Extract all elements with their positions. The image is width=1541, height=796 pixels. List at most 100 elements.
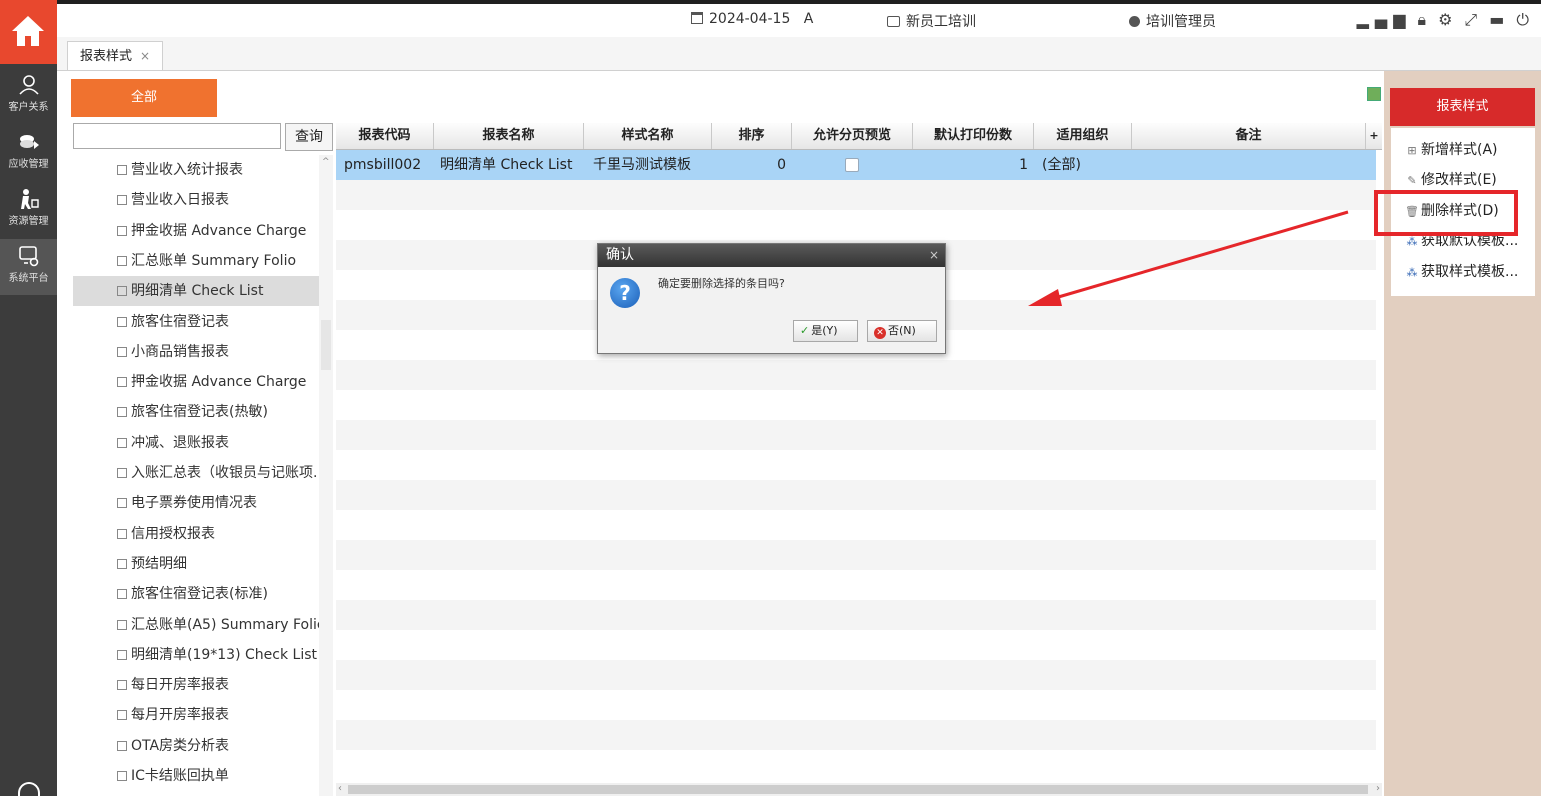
scroll-thumb[interactable] <box>321 320 331 370</box>
scroll-up-icon[interactable]: ^ <box>322 157 330 167</box>
tree-item-label: 入账汇总表（收银员与记账项. <box>131 465 318 481</box>
tree-item[interactable]: 旅客住宿登记表(热敏) <box>73 397 319 427</box>
yes-label: 是(Y) <box>811 324 838 337</box>
expand-icon[interactable]: ⤢ <box>1464 10 1483 30</box>
tree-item[interactable]: 预结明细 <box>73 549 319 579</box>
minimize-icon[interactable]: ▬ <box>1489 10 1510 29</box>
highlight-box <box>1374 190 1518 236</box>
tree-item-label: 押金收据 Advance Charge <box>131 374 307 391</box>
report-doc-icon <box>117 619 127 630</box>
tree-item[interactable]: 信用授权报表 <box>73 519 319 549</box>
tree-item[interactable]: 押金收据 Advance Charge <box>73 216 319 246</box>
nav-system-platform[interactable]: 系统平台 <box>0 239 57 295</box>
col-report-name[interactable]: 报表名称 <box>434 123 584 149</box>
grid-empty-row <box>336 570 1376 600</box>
menu-label: 新增样式(A) <box>1421 142 1498 158</box>
header-date: 2024-04-15 A <box>691 11 813 27</box>
cell-org[interactable]: (全部) <box>1042 150 1081 180</box>
tree-item[interactable]: 每月开房率报表 <box>73 700 319 730</box>
export-icon[interactable] <box>1367 87 1381 101</box>
scroll-right-icon[interactable]: › <box>1376 783 1380 794</box>
tree-item[interactable]: 旅客住宿登记表 <box>73 307 319 337</box>
tree-item-label: 营业收入日报表 <box>131 192 229 209</box>
col-order[interactable]: 排序 <box>712 123 792 149</box>
nav-resources[interactable]: 资源管理 <box>0 182 57 238</box>
tree-item-label: 押金收据 Advance Charge <box>131 222 307 239</box>
tree-item[interactable]: 每日开房率报表 <box>73 670 319 700</box>
nav-receivables[interactable]: 应收管理 <box>0 125 57 181</box>
cell-style-name[interactable]: 千里马测试模板 <box>593 150 691 180</box>
col-report-code[interactable]: 报表代码 <box>336 123 434 149</box>
tree-item-label: 旅客住宿登记表 <box>131 313 229 330</box>
tree-item[interactable]: 营业收入统计报表 <box>73 155 319 185</box>
report-doc-icon <box>117 589 127 600</box>
tree-item[interactable]: 旅客住宿登记表(标准) <box>73 579 319 609</box>
user-icon <box>1129 16 1140 27</box>
grid-empty-row <box>336 750 1376 780</box>
grid-empty-row <box>336 360 1376 390</box>
cell-report-name[interactable]: 明细清单 Check List <box>440 150 572 180</box>
header-tools: ▂▄▆ 🔒︎ ⚙ ⤢ ▬ ⏻ <box>1351 10 1535 30</box>
main-content: 全部 查询 营业收入统计报表营业收入日报表押金收据 Advance Charge… <box>57 71 1384 796</box>
yes-button[interactable]: ✓ 是(Y) <box>793 320 858 342</box>
tree-scrollbar[interactable]: ^ <box>319 155 333 796</box>
tree-item[interactable]: IC卡结账回执单 <box>73 761 319 791</box>
tab-close-icon[interactable]: × <box>140 49 150 63</box>
column-chooser-icon[interactable]: + <box>1366 123 1382 149</box>
cell-default-copies[interactable]: 1 <box>913 150 1028 180</box>
style-grid: 报表代码 报表名称 样式名称 排序 允许分页预览 默认打印份数 适用组织 备注 … <box>336 123 1382 796</box>
gear-icon[interactable]: ⚙ <box>1438 10 1458 29</box>
tree-item[interactable]: 电子票券使用情况表 <box>73 488 319 518</box>
tree-item-label: 旅客住宿登记表(热敏) <box>131 404 268 421</box>
grid-empty-row <box>336 450 1376 480</box>
col-style-name[interactable]: 样式名称 <box>584 123 712 149</box>
col-org[interactable]: 适用组织 <box>1034 123 1132 149</box>
paging-preview-checkbox[interactable] <box>845 158 859 172</box>
report-doc-icon <box>117 710 127 721</box>
tree-item[interactable]: 小商品销售报表 <box>73 337 319 367</box>
hscroll-thumb[interactable] <box>348 785 1368 794</box>
search-input[interactable] <box>73 123 281 149</box>
tree-item-label: 明细清单(19*13) Check List <box>131 646 317 663</box>
cell-report-code[interactable]: pmsbill002 <box>344 150 421 180</box>
tree-item[interactable]: 汇总账单(A5) Summary Folic <box>73 610 319 640</box>
tree-item[interactable]: 押金收据 Advance Charge <box>73 367 319 397</box>
tree-item[interactable]: 入账汇总表（收银员与记账项. <box>73 458 319 488</box>
no-label: 否(N) <box>888 324 916 337</box>
power-icon[interactable]: ⏻ <box>1516 10 1535 30</box>
nav-customer-relations[interactable]: 客户关系 <box>0 68 57 124</box>
tree-item-label: OTA房类分析表 <box>131 737 230 754</box>
tree-item[interactable]: 明细清单 Check List <box>73 276 319 307</box>
add-style-button[interactable]: ⊞ 新增样式(A) <box>1391 135 1535 165</box>
tree-item[interactable]: 汇总账单 Summary Folio <box>73 246 319 276</box>
cell-order[interactable]: 0 <box>712 150 786 180</box>
scroll-left-icon[interactable]: ‹ <box>338 783 342 794</box>
no-button[interactable]: ✕ 否(N) <box>867 320 937 342</box>
person-cart-icon <box>20 189 39 209</box>
dialog-close-icon[interactable]: × <box>929 244 939 267</box>
tree-item[interactable]: OTA房类分析表 <box>73 731 319 761</box>
tree-item-label: 每月开房率报表 <box>131 707 229 724</box>
shift-text: A <box>803 11 814 27</box>
header-user[interactable]: 培训管理员 <box>1129 11 1216 31</box>
grid-empty-row <box>336 600 1376 630</box>
logout-icon[interactable] <box>18 782 40 796</box>
tab-report-style[interactable]: 报表样式 × <box>67 41 164 70</box>
tree-item[interactable]: 营业收入日报表 <box>73 185 319 215</box>
search-button[interactable]: 查询 <box>285 123 333 151</box>
search-row: 查询 <box>73 123 334 151</box>
tree-item[interactable]: 明细清单(19*13) Check List <box>73 640 319 670</box>
dialog-title: 确认 <box>606 247 634 263</box>
grid-hscrollbar[interactable]: ‹ › <box>336 783 1382 796</box>
get-style-template-button[interactable]: ⁂ 获取样式模板... <box>1391 257 1535 287</box>
header-hotel[interactable]: 新员工培训 <box>887 11 976 31</box>
lock-icon[interactable]: 🔒︎ <box>1418 10 1433 30</box>
all-button[interactable]: 全部 <box>71 79 217 117</box>
report-doc-icon <box>117 165 127 175</box>
report-doc-icon <box>117 680 127 691</box>
tree-item[interactable]: 冲减、退账报表 <box>73 428 319 458</box>
home-button[interactable] <box>0 0 57 64</box>
col-remark[interactable]: 备注 <box>1132 123 1366 149</box>
col-paging-preview[interactable]: 允许分页预览 <box>792 123 913 149</box>
col-default-copies[interactable]: 默认打印份数 <box>913 123 1034 149</box>
